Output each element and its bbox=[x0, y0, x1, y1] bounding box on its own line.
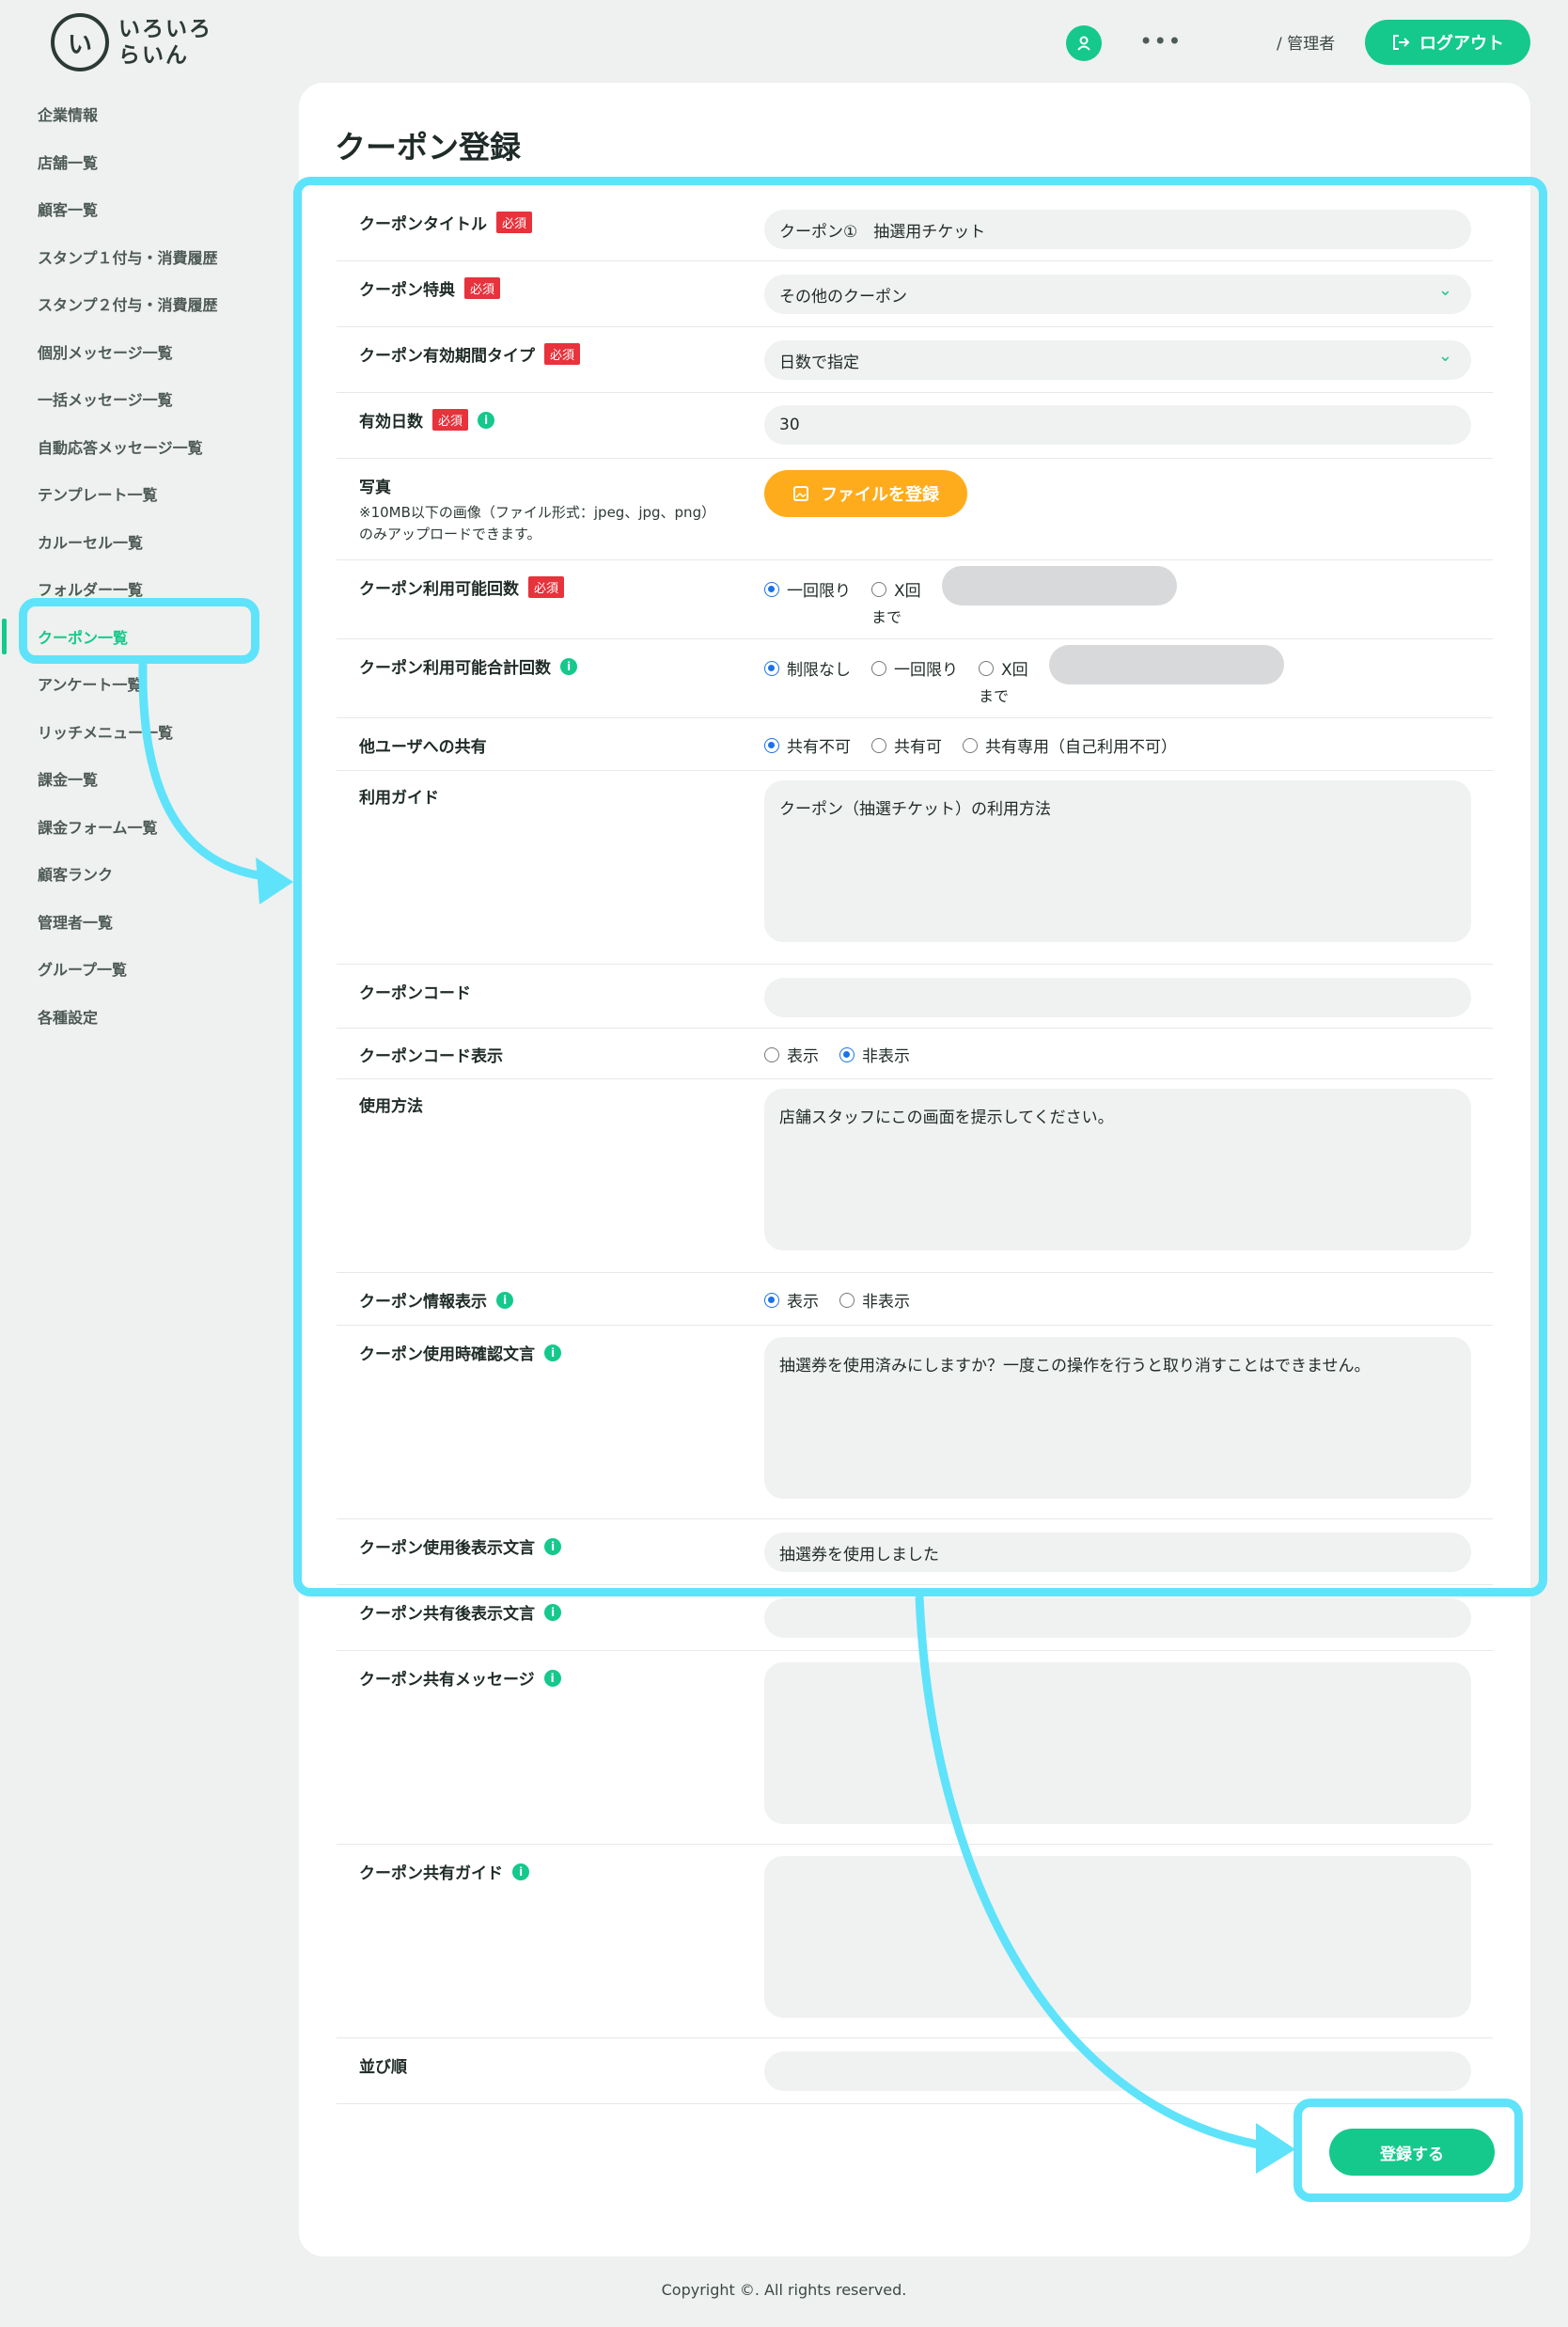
sidebar-item-billing-forms[interactable]: 課金フォーム一覧 bbox=[0, 803, 282, 851]
sidebar-item-groups[interactable]: グループ一覧 bbox=[0, 945, 282, 993]
sidebar-item-surveys[interactable]: アンケート一覧 bbox=[0, 660, 282, 708]
info-icon[interactable]: i bbox=[543, 1669, 561, 1687]
share-guide-label: クーポン共有ガイド i bbox=[359, 1860, 529, 1883]
sidebar-item-billing[interactable]: 課金一覧 bbox=[0, 755, 282, 803]
share-message-label: クーポン共有メッセージ i bbox=[359, 1666, 561, 1690]
admin-label: / 管理者 bbox=[1277, 35, 1336, 54]
sidebar-item-settings[interactable]: 各種設定 bbox=[0, 993, 282, 1041]
more-icon[interactable]: ••• bbox=[1139, 28, 1182, 55]
info-icon[interactable]: i bbox=[544, 1603, 561, 1621]
row-share-guide: クーポン共有ガイド i bbox=[337, 1845, 1493, 2038]
logo-mark: い bbox=[51, 13, 109, 71]
after-share-text-input[interactable] bbox=[764, 1598, 1471, 1638]
share-guide-label-text: クーポン共有ガイド bbox=[359, 1864, 503, 1883]
sidebar-item-stamp1-history[interactable]: スタンプ１付与・消費履歴 bbox=[0, 233, 282, 281]
user-avatar-icon[interactable] bbox=[1066, 25, 1102, 61]
order-input[interactable] bbox=[764, 2052, 1471, 2091]
logo-text-line1: いろいろ bbox=[118, 17, 212, 41]
copyright: Copyright ©. All rights reserved. bbox=[661, 2281, 907, 2299]
annotation-highlight-sidebar bbox=[19, 598, 259, 664]
after-share-text-label: クーポン共有後表示文言 i bbox=[359, 1600, 561, 1624]
sidebar-item-individual-messages[interactable]: 個別メッセージ一覧 bbox=[0, 328, 282, 376]
sidebar-item-stamp2-history[interactable]: スタンプ２付与・消費履歴 bbox=[0, 280, 282, 328]
share-guide-textarea[interactable] bbox=[764, 1856, 1471, 2018]
sidebar-item-company[interactable]: 企業情報 bbox=[0, 90, 282, 138]
share-message-textarea[interactable] bbox=[764, 1662, 1471, 1824]
page-title: クーポン登録 bbox=[335, 129, 521, 165]
after-share-text-label-text: クーポン共有後表示文言 bbox=[359, 1605, 535, 1624]
sidebar-item-admins[interactable]: 管理者一覧 bbox=[0, 898, 282, 946]
sidebar-item-carousels[interactable]: カルーセル一覧 bbox=[0, 518, 282, 566]
sidebar-item-auto-reply[interactable]: 自動応答メッセージ一覧 bbox=[0, 423, 282, 471]
logout-label: ログアウト bbox=[1419, 34, 1504, 54]
annotation-highlight-submit bbox=[1294, 2099, 1523, 2202]
share-message-label-text: クーポン共有メッセージ bbox=[359, 1671, 535, 1690]
sidebar-item-templates[interactable]: テンプレート一覧 bbox=[0, 470, 282, 518]
row-share-message: クーポン共有メッセージ i bbox=[337, 1651, 1493, 1845]
annotation-highlight-form bbox=[293, 177, 1547, 1596]
logout-icon bbox=[1393, 35, 1410, 50]
info-icon[interactable]: i bbox=[512, 1863, 529, 1880]
sidebar: 企業情報 店舗一覧 顧客一覧 スタンプ１付与・消費履歴 スタンプ２付与・消費履歴… bbox=[0, 90, 282, 1040]
sidebar-item-stores[interactable]: 店舗一覧 bbox=[0, 138, 282, 186]
order-label: 並び順 bbox=[359, 2058, 407, 2077]
logout-button[interactable]: ログアウト bbox=[1365, 20, 1530, 65]
sidebar-item-customers[interactable]: 顧客一覧 bbox=[0, 185, 282, 233]
row-order: 並び順 bbox=[337, 2038, 1493, 2104]
logo[interactable]: い いろいろ らいん bbox=[51, 13, 212, 71]
logo-text: いろいろ らいん bbox=[118, 16, 212, 69]
sidebar-item-bulk-messages[interactable]: 一括メッセージ一覧 bbox=[0, 375, 282, 423]
sidebar-item-customer-rank[interactable]: 顧客ランク bbox=[0, 850, 282, 898]
logo-text-line2: らいん bbox=[118, 43, 189, 68]
sidebar-item-rich-menus[interactable]: リッチメニュー一覧 bbox=[0, 708, 282, 756]
